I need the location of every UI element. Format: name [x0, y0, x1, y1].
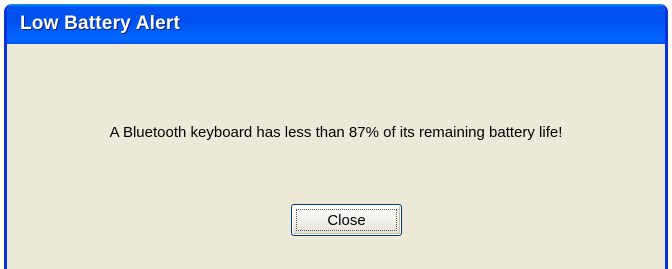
battery-warning-message: A Bluetooth keyboard has less than 87% o… [109, 124, 563, 141]
dialog-body: A Bluetooth keyboard has less than 87% o… [7, 44, 665, 269]
close-button-label: Close [327, 211, 366, 229]
dialog-title: Low Battery Alert [20, 13, 181, 34]
close-button[interactable]: Close [291, 204, 402, 236]
low-battery-dialog: Low Battery Alert A Bluetooth keyboard h… [4, 4, 668, 269]
dialog-title-bar[interactable]: Low Battery Alert [7, 4, 665, 44]
